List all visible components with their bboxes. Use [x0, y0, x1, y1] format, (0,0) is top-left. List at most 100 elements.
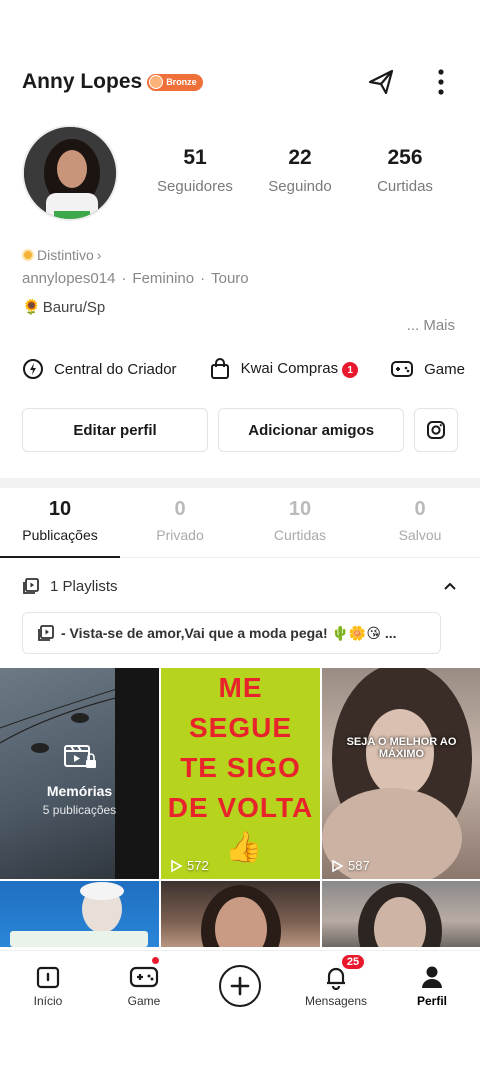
stat-label: Seguidores — [157, 178, 233, 195]
playlist-title: - Vista-se de amor,Vai que a moda pega! … — [61, 624, 397, 641]
tab-count: 10 — [288, 498, 312, 520]
stat-label: Seguindo — [268, 178, 332, 195]
thumbnail-line: TE SIGO — [180, 752, 301, 783]
profile-actions: Editar perfil Adicionar amigos — [22, 408, 459, 452]
profile-name: Anny Lopes — [22, 70, 143, 93]
view-count-value: 572 — [187, 858, 209, 873]
view-count: 587 — [330, 858, 370, 873]
gamepad-icon — [129, 966, 159, 987]
profile-meta: annylopes014 · Feminino · Touro — [22, 270, 249, 287]
playlist-icon — [23, 578, 39, 594]
playlists-header[interactable]: 1 Playlists — [22, 572, 458, 600]
tab-label: Salvou — [398, 527, 442, 543]
nav-label: Game — [127, 993, 161, 1008]
zodiac-sign: Touro — [211, 270, 249, 287]
tab-count: 10 — [48, 498, 72, 520]
gender: Feminino — [132, 270, 195, 287]
video-grid: Memórias 5 publicações ME SEGUE TE SIGO … — [0, 668, 480, 947]
messages-badge: 25 — [339, 953, 367, 971]
chevron-right-icon: › — [96, 247, 102, 263]
video-thumbnail[interactable] — [0, 881, 159, 947]
video-thumbnail[interactable] — [161, 881, 320, 947]
chevron-up-icon — [444, 582, 456, 590]
separator: · — [121, 270, 127, 287]
nav-label: Mensagens — [304, 993, 368, 1008]
active-tab-indicator — [0, 556, 120, 558]
memories-label-group: Memórias 5 publicações — [0, 740, 159, 817]
video-lock-icon — [63, 745, 96, 768]
video-thumbnail[interactable]: SEJA O MELHOR AO MÁXIMO 587 — [322, 668, 480, 879]
tab-salvou[interactable]: 0 Salvou — [360, 498, 480, 557]
stat-label: Curtidas — [377, 178, 433, 195]
nav-label: Perfil — [416, 993, 447, 1008]
share-button[interactable] — [364, 65, 398, 99]
nav-label: Início — [33, 993, 63, 1008]
edit-profile-button[interactable]: Editar perfil — [22, 408, 209, 452]
home-icon — [36, 966, 60, 988]
stat-value: 51 — [183, 146, 207, 169]
add-friends-button[interactable]: Adicionar amigos — [218, 408, 405, 452]
nav-create[interactable] — [192, 951, 288, 1020]
shopping-bag-icon — [210, 358, 229, 379]
memories-album[interactable]: Memórias 5 publicações — [0, 668, 159, 879]
tab-privado[interactable]: 0 Privado — [120, 498, 240, 557]
tab-curtidas[interactable]: 10 Curtidas — [240, 498, 360, 557]
avatar[interactable] — [22, 125, 118, 221]
stat-following[interactable]: 22 Seguindo — [250, 146, 350, 195]
play-icon — [332, 859, 344, 872]
separator: · — [200, 270, 206, 287]
memories-title: Memórias — [46, 783, 113, 799]
tab-count: 0 — [174, 498, 186, 520]
bronze-badge[interactable]: Bronze — [147, 73, 203, 91]
tab-count: 0 — [414, 498, 426, 520]
distintivo-icon — [22, 249, 34, 261]
shortcut-label: Kwai Compras — [240, 359, 339, 377]
memories-subtitle: 5 publicações — [42, 803, 117, 817]
play-icon — [171, 859, 183, 872]
view-count-value: 587 — [348, 858, 370, 873]
creator-center-shortcut[interactable]: Central do Criador — [22, 358, 177, 380]
view-count: 572 — [169, 858, 209, 873]
username: annylopes014 — [22, 270, 116, 287]
nav-messages[interactable]: 25 Mensagens — [288, 951, 384, 1020]
thumbnail-text: ME SEGUE TE SIGO DE VOLTA — [161, 668, 320, 828]
stat-followers[interactable]: 51 Seguidores — [145, 146, 245, 195]
more-options-button[interactable] — [424, 65, 458, 99]
bottom-navigation: Início Game 25 Mensagens Perfil — [0, 950, 480, 1020]
nav-home[interactable]: Início — [0, 951, 96, 1020]
stat-value: 256 — [387, 146, 423, 169]
thumbs-up-icon: 👍 — [225, 831, 263, 864]
more-link[interactable]: ... Mais — [407, 317, 455, 334]
stat-value: 22 — [288, 146, 312, 169]
tab-label: Privado — [156, 527, 204, 543]
profile-city: 🌻 Bauru/Sp — [22, 298, 106, 317]
content-tabs: 10 Publicações 0 Privado 10 Curtidas 0 S… — [0, 498, 480, 558]
video-thumbnail[interactable] — [322, 881, 480, 947]
instagram-button[interactable] — [414, 408, 459, 452]
game-shortcut[interactable]: Game — [390, 358, 465, 380]
stat-likes[interactable]: 256 Curtidas — [355, 146, 455, 195]
sunflower-icon: 🌻 — [22, 299, 41, 316]
distintivo-link[interactable]: Distintivo › — [22, 247, 101, 263]
shortcut-label: Central do Criador — [54, 360, 177, 378]
city-label: Bauru/Sp — [42, 298, 106, 316]
nav-profile[interactable]: Perfil — [384, 951, 480, 1020]
shortcuts-row: Central do Criador Kwai Compras 1 Game — [22, 358, 480, 380]
profile-stats: 51 Seguidores 22 Seguindo 256 Curtidas — [145, 146, 455, 195]
plus-icon — [219, 964, 261, 1007]
badge-icon — [149, 75, 164, 89]
profile-header: Anny Lopes Bronze — [22, 60, 458, 104]
thumbnail-line: DE VOLTA — [167, 792, 314, 823]
notification-dot — [151, 957, 159, 964]
playlist-item[interactable]: - Vista-se de amor,Vai que a moda pega! … — [22, 612, 441, 654]
playlists-count: 1 Playlists — [50, 577, 118, 595]
shortcut-label: Game — [424, 360, 465, 378]
tab-publicacoes[interactable]: 10 Publicações — [0, 498, 120, 557]
video-thumbnail[interactable]: ME SEGUE TE SIGO DE VOLTA 👍 572 — [161, 668, 320, 879]
tab-label: Publicações — [22, 527, 98, 543]
nav-game[interactable]: Game — [96, 951, 192, 1020]
instagram-icon — [427, 421, 446, 439]
notification-badge: 1 — [342, 362, 359, 379]
thumbnail-line: SEGUE — [188, 712, 293, 743]
kwai-shop-shortcut[interactable]: Kwai Compras 1 — [209, 358, 359, 380]
